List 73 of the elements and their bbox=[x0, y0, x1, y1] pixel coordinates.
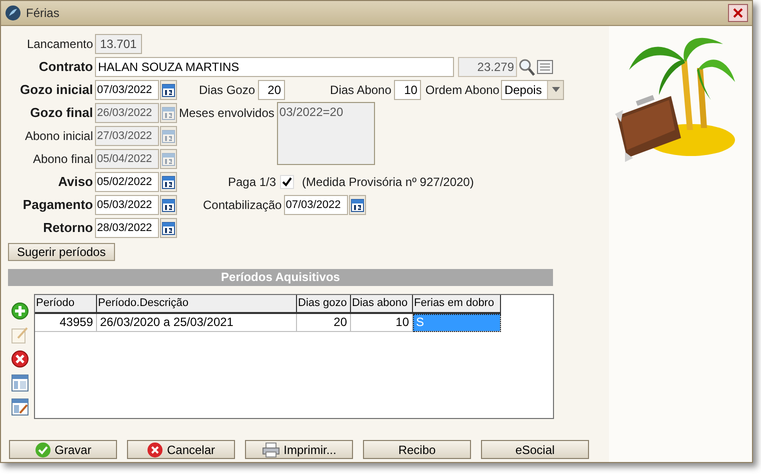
column-header[interactable]: Período bbox=[35, 295, 97, 314]
calendar-button[interactable] bbox=[160, 80, 177, 100]
calendar-icon bbox=[162, 198, 175, 212]
column-header[interactable]: Dias abono bbox=[351, 295, 413, 314]
column-header[interactable]: Dias gozo bbox=[297, 295, 351, 314]
field-label: Dias Abono bbox=[330, 82, 392, 98]
form-edit-icon[interactable] bbox=[11, 398, 29, 416]
field-label: Retorno bbox=[42, 218, 94, 237]
table-cell: 26/03/2020 a 25/03/2021 bbox=[97, 314, 297, 332]
contract-code-field: 23.279 bbox=[458, 56, 517, 76]
field-label: Aviso bbox=[57, 172, 94, 191]
calendar-icon bbox=[350, 198, 364, 212]
field-label: Contabilização bbox=[203, 196, 282, 214]
paga-terco-checkbox[interactable] bbox=[280, 174, 294, 188]
lancamento-field: 13.701 bbox=[95, 34, 142, 54]
field-label: Gozo inicial bbox=[19, 80, 94, 99]
printer-icon bbox=[262, 442, 280, 458]
calendar-button[interactable] bbox=[348, 194, 366, 214]
date-field[interactable]: 05/02/2022 bbox=[95, 172, 159, 192]
check-icon bbox=[34, 442, 51, 458]
column-header[interactable]: Ferias em dobro bbox=[413, 295, 501, 314]
suggest-periods-button[interactable]: Sugerir períodos bbox=[8, 243, 115, 261]
date-field[interactable]: 07/03/2022 bbox=[284, 194, 348, 214]
checkbox-note: (Medida Provisória nº 927/2020) bbox=[302, 174, 474, 190]
column-header[interactable]: Período.Descrição bbox=[97, 295, 297, 314]
field-label: Gozo final bbox=[29, 104, 94, 122]
table-cell: 20 bbox=[297, 314, 351, 332]
cancel-icon bbox=[146, 442, 163, 458]
close-icon bbox=[733, 8, 743, 18]
dias-abono-field[interactable]: 10 bbox=[394, 80, 422, 100]
add-icon[interactable] bbox=[11, 302, 29, 320]
calendar-button[interactable] bbox=[160, 218, 177, 238]
action-button[interactable]: Recibo bbox=[363, 440, 471, 459]
calendar-button[interactable] bbox=[160, 194, 177, 214]
date-field[interactable]: 07/03/2022 bbox=[95, 80, 159, 100]
table-cell: 43959 bbox=[35, 314, 97, 332]
contract-field[interactable]: HALAN SOUZA MARTINS bbox=[95, 56, 454, 76]
delete-icon[interactable] bbox=[11, 350, 29, 368]
field-label: Lancamento bbox=[26, 36, 94, 52]
ordem-abono-dropdown[interactable]: Depois bbox=[501, 80, 564, 100]
action-button[interactable]: eSocial bbox=[481, 440, 589, 459]
search-icon[interactable] bbox=[519, 58, 535, 76]
dias-gozo-field[interactable]: 20 bbox=[258, 80, 286, 100]
columns-icon[interactable] bbox=[11, 374, 29, 392]
date-field[interactable]: 05/03/2022 bbox=[95, 194, 159, 214]
calendar-icon bbox=[162, 106, 175, 120]
field-label: Abono final bbox=[32, 150, 94, 168]
window-title: Férias bbox=[26, 5, 60, 22]
meses-envolvidos-field: 03/2022=20 bbox=[277, 102, 376, 165]
calendar-icon bbox=[162, 128, 175, 142]
section-header: Períodos Aquisitivos bbox=[8, 269, 553, 286]
field-label: Dias Gozo bbox=[199, 82, 256, 98]
field-label: Abono inicial bbox=[24, 128, 94, 144]
action-button[interactable]: Imprimir... bbox=[245, 440, 353, 459]
field-label: Paga 1/3 bbox=[228, 174, 276, 190]
action-button[interactable]: Cancelar bbox=[127, 440, 235, 459]
calendar-icon bbox=[162, 174, 175, 188]
calendar-icon bbox=[162, 152, 175, 166]
table-cell: S bbox=[413, 314, 501, 332]
field-label: Meses envolvidos bbox=[179, 105, 274, 122]
action-button[interactable]: Gravar bbox=[9, 440, 117, 459]
close-button[interactable] bbox=[728, 4, 748, 22]
calendar-button[interactable] bbox=[160, 172, 177, 192]
date-field[interactable]: 28/03/2022 bbox=[95, 218, 159, 238]
app-icon bbox=[5, 5, 21, 21]
calendar-icon bbox=[162, 220, 175, 234]
field-label: Ordem Abono bbox=[425, 82, 500, 98]
card-icon[interactable] bbox=[537, 58, 553, 74]
calendar-icon bbox=[162, 82, 175, 96]
field-label: Contrato bbox=[38, 58, 94, 76]
field-label: Pagamento bbox=[22, 196, 94, 214]
dropdown-arrow-icon bbox=[552, 87, 560, 92]
check-mark-icon bbox=[282, 176, 292, 186]
